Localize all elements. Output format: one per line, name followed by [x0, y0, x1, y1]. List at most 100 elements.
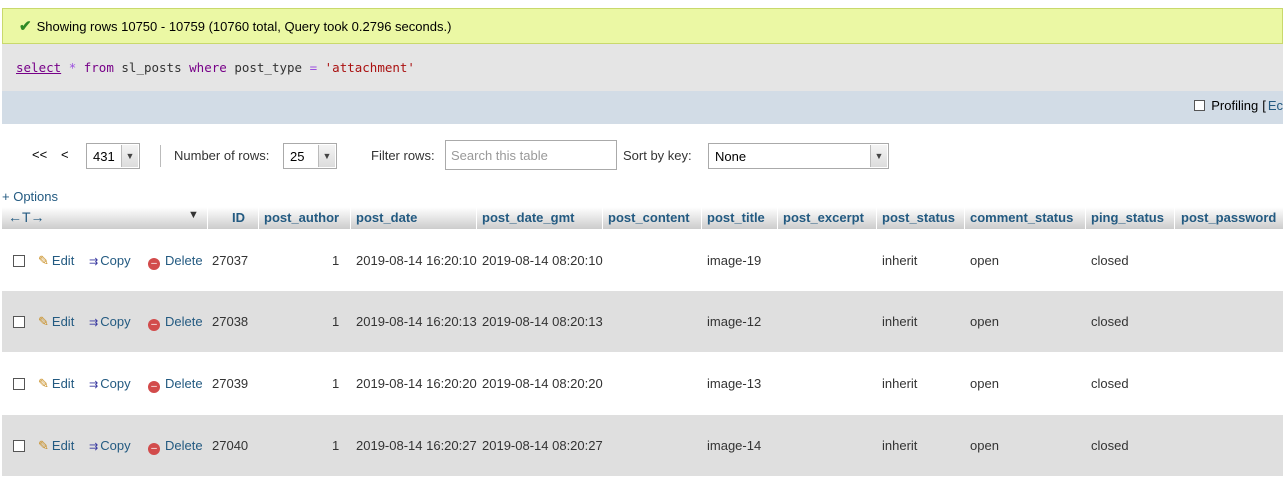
edit-link[interactable]: ✎ Edit	[38, 314, 74, 330]
sort-label: Sort by key:	[623, 148, 692, 163]
row-checkbox[interactable]	[13, 316, 25, 328]
profiling-checkbox[interactable]	[1194, 100, 1206, 111]
options-toggle[interactable]: + Options	[2, 189, 58, 204]
cell-post-date[interactable]: 2019-08-14 16:20:10	[356, 253, 477, 268]
cell-id[interactable]: 27040	[212, 438, 248, 453]
sql-where-keyword: where	[189, 60, 227, 75]
cell-post-date-gmt[interactable]: 2019-08-14 08:20:20	[482, 376, 603, 391]
col-header-post-password[interactable]: post_password	[1181, 210, 1276, 225]
cell-post-author[interactable]: 1	[332, 314, 339, 329]
edit-link[interactable]: ✎ Edit	[38, 438, 74, 454]
column-arrows-icon[interactable]: ←T→	[8, 209, 45, 225]
col-header-comment-status[interactable]: comment_status	[970, 210, 1073, 225]
col-header-post-author[interactable]: post_author	[264, 210, 339, 225]
cell-post-title[interactable]: image-19	[707, 253, 761, 268]
cell-post-status[interactable]: inherit	[882, 253, 917, 268]
chevron-down-icon: ▼	[870, 145, 887, 167]
cell-post-date-gmt[interactable]: 2019-08-14 08:20:10	[482, 253, 603, 268]
col-header-post-status[interactable]: post_status	[882, 210, 955, 225]
cell-comment-status[interactable]: open	[970, 438, 999, 453]
sql-table-name: sl_posts	[121, 60, 182, 75]
triangle-down-icon[interactable]: ▼	[188, 209, 199, 221]
cell-post-date-gmt[interactable]: 2019-08-14 08:20:27	[482, 438, 603, 453]
edit-label: Edit	[51, 376, 75, 391]
cell-comment-status[interactable]: open	[970, 376, 999, 391]
copy-icon: ⇉	[89, 317, 98, 329]
copy-link[interactable]: ⇉ Copy	[89, 253, 131, 268]
delete-link[interactable]: – Delete	[148, 253, 203, 270]
column-divider	[964, 207, 965, 229]
cell-post-date[interactable]: 2019-08-14 16:20:27	[356, 438, 477, 453]
rows-per-page-select[interactable]: 25 ▼	[283, 143, 337, 169]
col-header-post-date[interactable]: post_date	[356, 210, 417, 225]
profiling-toggle[interactable]: Profiling [Ec	[1194, 98, 1283, 113]
row-checkbox[interactable]	[13, 440, 25, 452]
delete-link[interactable]: – Delete	[148, 376, 203, 393]
row-checkbox[interactable]	[13, 255, 25, 267]
delete-icon: –	[148, 319, 160, 331]
cell-post-date-gmt[interactable]: 2019-08-14 08:20:13	[482, 314, 603, 329]
sql-equals: =	[309, 60, 318, 75]
cell-post-author[interactable]: 1	[332, 253, 339, 268]
delete-link[interactable]: – Delete	[148, 314, 203, 331]
edit-link[interactable]: ✎ Edit	[38, 253, 74, 269]
col-header-post-content[interactable]: post_content	[608, 210, 690, 225]
copy-link[interactable]: ⇉ Copy	[89, 376, 131, 391]
query-success-message: ✔ Showing rows 10750 - 10759 (10760 tota…	[2, 8, 1283, 44]
cell-id[interactable]: 27037	[212, 253, 248, 268]
delete-label: Delete	[165, 314, 203, 329]
cell-post-status[interactable]: inherit	[882, 376, 917, 391]
copy-icon: ⇉	[89, 256, 98, 268]
col-header-id[interactable]: ID	[232, 210, 245, 225]
cell-post-author[interactable]: 1	[332, 438, 339, 453]
delete-label: Delete	[165, 253, 203, 268]
col-header-ping-status[interactable]: ping_status	[1091, 210, 1164, 225]
filter-rows-input[interactable]: Search this table	[445, 140, 617, 170]
checkmark-icon: ✔	[19, 18, 32, 35]
copy-label: Copy	[100, 438, 131, 453]
sql-from-keyword: from	[83, 60, 114, 75]
divider	[160, 145, 161, 167]
cell-post-date[interactable]: 2019-08-14 16:20:20	[356, 376, 477, 391]
first-page-button[interactable]: <<	[32, 147, 47, 162]
col-header-post-excerpt[interactable]: post_excerpt	[783, 210, 864, 225]
delete-link[interactable]: – Delete	[148, 438, 203, 455]
previous-page-button[interactable]: <	[61, 147, 69, 162]
cell-ping-status[interactable]: closed	[1091, 314, 1129, 329]
col-header-post-date-gmt[interactable]: post_date_gmt	[482, 210, 574, 225]
column-divider	[207, 207, 208, 229]
cell-post-title[interactable]: image-12	[707, 314, 761, 329]
cell-post-author[interactable]: 1	[332, 376, 339, 391]
cell-ping-status[interactable]: closed	[1091, 253, 1129, 268]
cell-post-date[interactable]: 2019-08-14 16:20:13	[356, 314, 477, 329]
copy-link[interactable]: ⇉ Copy	[89, 438, 131, 453]
cell-post-title[interactable]: image-14	[707, 438, 761, 453]
sql-select-keyword[interactable]: select	[16, 60, 61, 75]
cell-post-status[interactable]: inherit	[882, 314, 917, 329]
sql-query-box[interactable]: select * from sl_posts where post_type =…	[2, 44, 1283, 91]
table-row: ✎ Edit ⇉ Copy – Delete 27040 1 2019-08-14 1…	[2, 415, 1283, 476]
cell-id[interactable]: 27039	[212, 376, 248, 391]
column-divider	[1085, 207, 1086, 229]
cell-post-status[interactable]: inherit	[882, 438, 917, 453]
edit-link[interactable]: ✎ Edit	[38, 376, 74, 392]
table-row: ✎ Edit ⇉ Copy – Delete 27038 1 2019-08-14 1…	[2, 291, 1283, 352]
row-checkbox[interactable]	[13, 378, 25, 390]
copy-link[interactable]: ⇉ Copy	[89, 314, 131, 329]
copy-icon: ⇉	[89, 379, 98, 391]
delete-icon: –	[148, 258, 160, 270]
pencil-icon: ✎	[38, 253, 49, 268]
delete-icon: –	[148, 381, 160, 393]
cell-post-title[interactable]: image-13	[707, 376, 761, 391]
edit-inline-link[interactable]: Ec	[1268, 98, 1283, 113]
col-header-post-title[interactable]: post_title	[707, 210, 765, 225]
delete-label: Delete	[165, 438, 203, 453]
cell-comment-status[interactable]: open	[970, 253, 999, 268]
query-tools-bar: Profiling [Ec	[2, 91, 1283, 124]
cell-id[interactable]: 27038	[212, 314, 248, 329]
cell-ping-status[interactable]: closed	[1091, 376, 1129, 391]
sort-by-key-select[interactable]: None ▼	[708, 143, 889, 169]
page-select[interactable]: 431 ▼	[86, 143, 140, 169]
cell-ping-status[interactable]: closed	[1091, 438, 1129, 453]
cell-comment-status[interactable]: open	[970, 314, 999, 329]
